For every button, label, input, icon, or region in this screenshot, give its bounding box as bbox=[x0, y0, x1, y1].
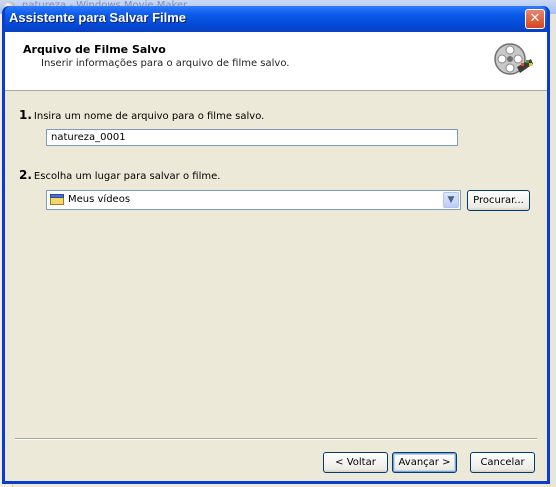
step1-text: Insira um nome de arquivo para o filme s… bbox=[33, 111, 265, 122]
folder-icon bbox=[50, 194, 64, 205]
chevron-down-icon: ▼ bbox=[447, 195, 455, 205]
step2-label: 2. Escolha um lugar para salvar o filme. bbox=[19, 168, 220, 182]
step2-text: Escolha um lugar para salvar o filme. bbox=[33, 171, 221, 182]
location-dropdown[interactable]: Meus vídeos ▼ bbox=[46, 190, 461, 210]
location-selected-value: Meus vídeos bbox=[68, 194, 131, 205]
dropdown-arrow-button[interactable]: ▼ bbox=[443, 192, 459, 208]
wizard-header: Arquivo de Filme Salvo Inserir informaçõ… bbox=[5, 32, 547, 91]
header-subtitle: Inserir informações para o arquivo de fi… bbox=[41, 58, 290, 69]
cancel-button[interactable]: Cancelar bbox=[470, 452, 535, 473]
footer-divider bbox=[15, 438, 537, 440]
dialog-body: Arquivo de Filme Salvo Inserir informaçõ… bbox=[5, 32, 547, 481]
close-icon: ✕ bbox=[529, 11, 541, 26]
dialog-titlebar[interactable]: Assistente para Salvar Filme ✕ bbox=[5, 6, 547, 32]
back-button[interactable]: < Voltar bbox=[323, 452, 388, 473]
step2-number: 2. bbox=[19, 168, 32, 182]
browse-button[interactable]: Procurar... bbox=[467, 190, 530, 211]
save-movie-wizard-dialog: Assistente para Salvar Filme ✕ Arquivo d… bbox=[2, 6, 550, 484]
step1-number: 1. bbox=[19, 108, 32, 122]
header-title: Arquivo de Filme Salvo bbox=[23, 43, 166, 56]
dialog-title: Assistente para Salvar Filme bbox=[9, 10, 187, 25]
step1-label: 1. Insira um nome de arquivo para o filme… bbox=[19, 108, 264, 122]
filename-input[interactable] bbox=[46, 129, 458, 146]
next-button[interactable]: Avançar > bbox=[392, 452, 457, 473]
film-reel-icon bbox=[494, 43, 533, 75]
close-button[interactable]: ✕ bbox=[525, 9, 545, 29]
